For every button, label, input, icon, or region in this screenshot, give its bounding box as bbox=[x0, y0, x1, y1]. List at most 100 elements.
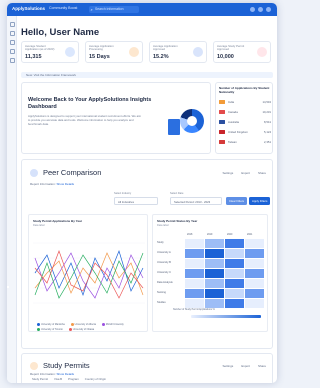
tab-program[interactable]: Program bbox=[68, 377, 79, 381]
document-icon[interactable] bbox=[9, 49, 15, 54]
country-name: Australia bbox=[228, 120, 239, 124]
settings-icon[interactable] bbox=[258, 6, 263, 12]
clear-filters-button[interactable]: Clear Filters bbox=[226, 197, 248, 205]
flag-icon bbox=[219, 120, 225, 124]
heatmap-cell[interactable] bbox=[225, 249, 244, 258]
stat-label: Average Study Permit Approved bbox=[217, 44, 245, 52]
share-button[interactable]: Share bbox=[258, 364, 266, 368]
heatmap-cell[interactable] bbox=[185, 299, 204, 308]
heatmap-cell[interactable] bbox=[245, 299, 264, 308]
heatmap-cell[interactable] bbox=[225, 269, 244, 278]
tab-study-permit[interactable]: Study Permit bbox=[32, 377, 48, 381]
heatmap-sub: Data label bbox=[157, 224, 169, 227]
heatmap-cell[interactable] bbox=[185, 289, 204, 298]
line-chart-title: Study Permit Applications By Year bbox=[33, 219, 83, 223]
legend-item[interactable]: McGill University bbox=[102, 323, 124, 326]
heatmap-row-label: University A bbox=[157, 251, 171, 254]
stat-label: Average Application Approved bbox=[153, 44, 178, 52]
show-details-link[interactable]: Show Details bbox=[57, 182, 75, 186]
heatmap-cell[interactable] bbox=[205, 249, 224, 258]
section-actions: Settings Export Share bbox=[222, 364, 266, 368]
heatmap-cell[interactable] bbox=[245, 239, 264, 248]
show-details-link[interactable]: Show Details bbox=[57, 372, 75, 376]
sidebar bbox=[7, 16, 17, 383]
heatmap-cell[interactable] bbox=[205, 279, 224, 288]
country-name: Taiwan bbox=[228, 140, 237, 144]
notice-banner[interactable]: New: Visit the Information Framework bbox=[21, 72, 273, 78]
heatmap-cell[interactable] bbox=[185, 239, 204, 248]
stat-value: 15.2% bbox=[153, 54, 169, 60]
legend-item[interactable]: University of Ottawa bbox=[69, 328, 94, 331]
stat-value: 11,315 bbox=[25, 54, 42, 60]
sidebar-marker bbox=[7, 286, 9, 288]
industry-select[interactable]: All Industries bbox=[114, 197, 158, 205]
students-icon bbox=[65, 47, 75, 57]
share-button[interactable]: Share bbox=[258, 171, 266, 175]
report-info-label: Report Information: bbox=[30, 182, 56, 186]
heatmap-row-label: Data Analysis bbox=[157, 281, 173, 284]
notification-icon[interactable] bbox=[250, 6, 255, 12]
legend-item[interactable]: University of Toronto bbox=[37, 328, 63, 331]
heatmap-cell[interactable] bbox=[225, 299, 244, 308]
settings-button[interactable]: Settings bbox=[222, 364, 233, 368]
study-permits-title: Study Permits bbox=[43, 361, 90, 370]
avatar[interactable] bbox=[266, 6, 271, 12]
app-window: ApplySolutions Community Boost ⌕ Search … bbox=[7, 3, 277, 383]
stat-value: 15 Days bbox=[89, 54, 110, 60]
heatmap-cell[interactable] bbox=[225, 259, 244, 268]
line-chart-panel: Study Permit Applications By Year Data l… bbox=[28, 214, 148, 332]
heatmap-cell[interactable] bbox=[245, 289, 264, 298]
search-input[interactable]: ⌕ Search information bbox=[89, 6, 139, 13]
heatmap-cell[interactable] bbox=[185, 269, 204, 278]
flag-icon bbox=[219, 140, 225, 144]
date-select[interactable]: Selected Period: 2013 - 2023 bbox=[170, 197, 222, 205]
nationality-title: Number of Applications By Student Nation… bbox=[219, 86, 270, 94]
heatmap-cell[interactable] bbox=[185, 259, 204, 268]
tab-country[interactable]: Country of Origin bbox=[85, 377, 106, 381]
heatmap-cell[interactable] bbox=[205, 239, 224, 248]
heatmap-cell[interactable] bbox=[185, 249, 204, 258]
heatmap-cell[interactable] bbox=[205, 269, 224, 278]
grid-icon[interactable] bbox=[9, 31, 15, 36]
report-info: Report Information: Show Details bbox=[30, 182, 74, 186]
heatmap-cell[interactable] bbox=[245, 249, 264, 258]
line-chart-sub: Data label bbox=[33, 224, 45, 227]
apply-filters-button[interactable]: Apply Filters bbox=[249, 197, 271, 205]
stat-card: Average Application Processing 15 Days bbox=[85, 41, 143, 63]
briefcase-icon bbox=[129, 47, 139, 57]
heatmap-cell[interactable] bbox=[225, 239, 244, 248]
stat-label: Average Student Application (as of 2023) bbox=[25, 44, 55, 52]
heatmap-cell[interactable] bbox=[245, 259, 264, 268]
heatmap-row-label: University C bbox=[157, 271, 171, 274]
user-icon[interactable] bbox=[9, 58, 15, 63]
heatmap-cell[interactable] bbox=[205, 289, 224, 298]
heatmap-cell[interactable] bbox=[225, 279, 244, 288]
tab-community[interactable]: Community Boost bbox=[49, 6, 77, 10]
report-info-label: Report Information: bbox=[30, 372, 56, 376]
chart-icon[interactable] bbox=[9, 40, 15, 45]
heatmap-scale-label: Number of Study Permit Applications % bbox=[173, 308, 215, 311]
heatmap-col-label: 2020 bbox=[227, 233, 233, 236]
settings-button[interactable]: Settings bbox=[222, 171, 233, 175]
legend-item[interactable]: University of Alberta bbox=[71, 323, 96, 326]
heatmap-cell[interactable] bbox=[245, 279, 264, 288]
flag-icon bbox=[219, 100, 225, 104]
heatmap-cell[interactable] bbox=[205, 299, 224, 308]
country-name: Canada bbox=[228, 110, 238, 114]
home-icon[interactable] bbox=[9, 22, 15, 27]
heatmap-cell[interactable] bbox=[205, 259, 224, 268]
country-value: 8,541 bbox=[264, 120, 271, 124]
country-name: India bbox=[228, 100, 235, 104]
export-button[interactable]: Export bbox=[241, 364, 250, 368]
legend-item[interactable]: University of Manitoba bbox=[37, 323, 65, 326]
tab-visa[interactable]: Visa B bbox=[54, 377, 62, 381]
line-chart-plot bbox=[33, 242, 145, 304]
heatmap-cell[interactable] bbox=[185, 279, 204, 288]
heatmap-cell[interactable] bbox=[245, 269, 264, 278]
book-illustration bbox=[168, 119, 180, 135]
brand-logo[interactable]: ApplySolutions bbox=[12, 6, 45, 11]
heatmap-cell[interactable] bbox=[225, 289, 244, 298]
list-item: India 14,543 bbox=[219, 99, 271, 107]
export-button[interactable]: Export bbox=[241, 171, 250, 175]
topbar-icons bbox=[250, 6, 271, 12]
